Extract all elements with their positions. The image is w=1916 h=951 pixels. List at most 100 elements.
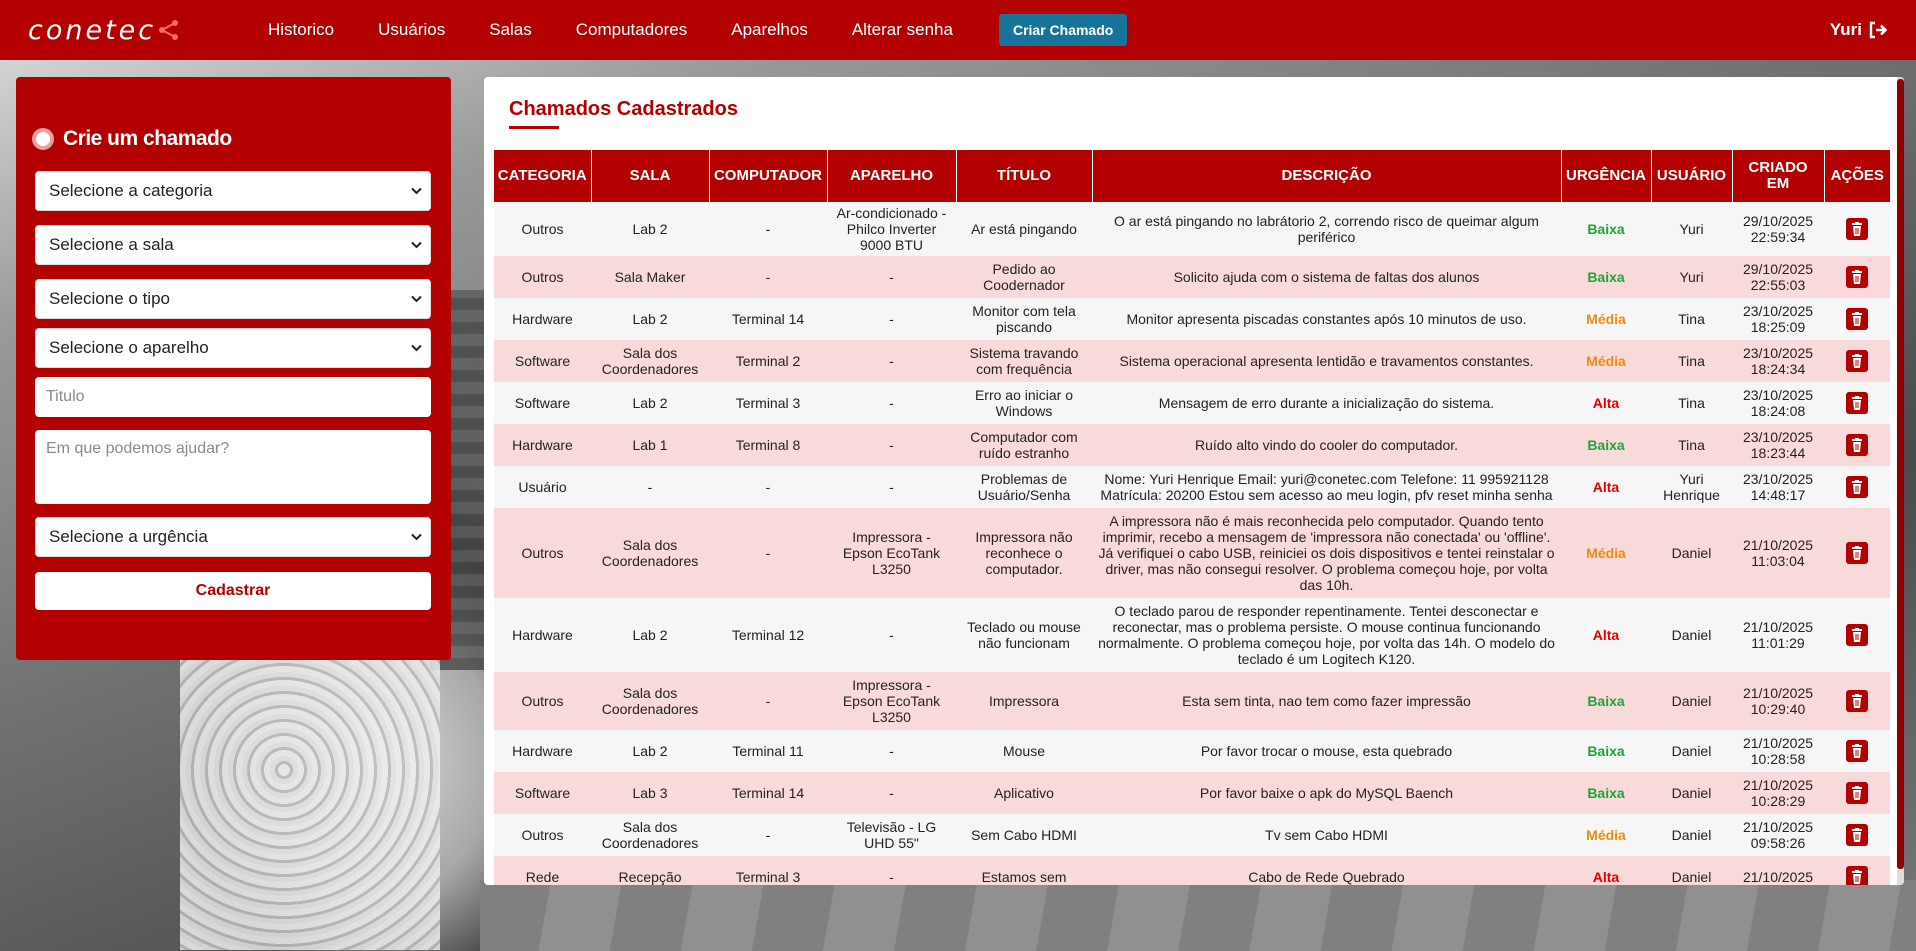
cell-descricao: Monitor apresenta piscadas constantes ap… xyxy=(1092,298,1561,341)
cell-aparelho: - xyxy=(827,856,956,885)
table-row[interactable]: Hardware Lab 2 Terminal 14- Monitor com tel… xyxy=(494,298,1890,341)
cell-categoria: Hardware xyxy=(494,424,591,467)
table-row[interactable]: Software Lab 3 Terminal 14- Aplicativo Por f… xyxy=(494,772,1890,815)
title-underline xyxy=(509,126,559,129)
title-input[interactable]: Titulo xyxy=(35,377,431,417)
table-row[interactable]: Outros Sala dos Coordenadores - Impressora … xyxy=(494,508,1890,599)
cell-criado-em: 23/10/2025 18:24:08 xyxy=(1732,382,1824,425)
table-row[interactable]: Outros Sala Maker - - Pedido ao Coodernador S… xyxy=(494,256,1890,299)
trash-icon xyxy=(1852,744,1862,759)
cell-criado-em: 29/10/2025 22:55:03 xyxy=(1732,256,1824,299)
created-time: 18:25:09 xyxy=(1750,319,1806,336)
header-descricao: DESCRIÇÃO xyxy=(1092,150,1562,202)
header-titulo: TÍTULO xyxy=(956,150,1093,202)
table-row[interactable]: Outros Sala dos Coordenadores - Impressora … xyxy=(494,672,1890,731)
delete-button[interactable] xyxy=(1846,740,1868,763)
cell-acoes xyxy=(1824,856,1890,885)
tickets-table-container[interactable]: CATEGORIA SALA COMPUTADOR APARELHO TÍTUL… xyxy=(494,150,1890,885)
delete-button[interactable] xyxy=(1846,690,1868,713)
background-floor xyxy=(480,880,1916,951)
delete-button[interactable] xyxy=(1846,542,1868,565)
cell-titulo: Monitor com tela piscando xyxy=(956,298,1092,341)
cell-criado-em: 29/10/2025 22:59:34 xyxy=(1732,202,1824,257)
delete-button[interactable] xyxy=(1846,308,1868,331)
category-select[interactable]: Selecione a categoria xyxy=(35,171,431,211)
delete-button[interactable] xyxy=(1846,266,1868,289)
table-row[interactable]: Software Lab 2 Terminal 3- Erro ao iniciar … xyxy=(494,382,1890,425)
description-textarea[interactable]: Em que podemos ajudar? xyxy=(35,430,431,504)
table-row[interactable]: Hardware Lab 1 Terminal 8- Computador com r… xyxy=(494,424,1890,467)
trash-icon xyxy=(1852,480,1862,495)
table-row[interactable]: Hardware Lab 2 Terminal 12- Teclado ou mous… xyxy=(494,598,1890,673)
urgency-select[interactable]: Selecione a urgência xyxy=(35,517,431,557)
cell-computador: - xyxy=(709,508,827,599)
cell-acoes xyxy=(1824,424,1890,467)
delete-button[interactable] xyxy=(1846,476,1868,499)
panel-title: Chamados Cadastrados xyxy=(509,98,738,120)
cell-aparelho: Televisão - LG UHD 55" xyxy=(827,814,956,857)
created-date: 21/10/2025 xyxy=(1742,537,1814,554)
cell-titulo: Problemas de Usuário/Senha xyxy=(956,466,1092,509)
brand-logo[interactable]: conetec xyxy=(28,14,180,46)
delete-button[interactable] xyxy=(1846,782,1868,805)
chevron-down-icon xyxy=(411,344,422,352)
delete-button[interactable] xyxy=(1846,218,1868,241)
cell-urgencia: Alta xyxy=(1561,856,1651,885)
criar-chamado-button[interactable]: Criar Chamado xyxy=(998,14,1128,46)
table-row[interactable]: Outros Sala dos Coordenadores - Televisão -… xyxy=(494,814,1890,857)
cadastrar-button[interactable]: Cadastrar xyxy=(35,572,431,610)
cell-acoes xyxy=(1824,202,1890,257)
delete-button[interactable] xyxy=(1846,434,1868,457)
cell-sala: Lab 3 xyxy=(591,772,709,815)
cell-computador: - xyxy=(709,256,827,299)
cell-criado-em: 21/10/2025 11:03:04 xyxy=(1732,508,1824,599)
user-name: Yuri xyxy=(1829,20,1862,39)
cell-computador: Terminal 12 xyxy=(709,598,827,673)
cell-urgencia: Média xyxy=(1561,814,1651,857)
scrollbar-thumb[interactable] xyxy=(1897,79,1904,869)
cell-sala: Lab 2 xyxy=(591,730,709,773)
cell-aparelho: Ar-condicionado - Philco Inverter 9000 B… xyxy=(827,202,956,257)
cell-urgencia: Baixa xyxy=(1561,772,1651,815)
cell-categoria: Software xyxy=(494,382,591,425)
type-select[interactable]: Selecione o tipo xyxy=(35,279,431,319)
scrollbar[interactable] xyxy=(1897,77,1904,885)
table-row[interactable]: Hardware Lab 2 Terminal 11- Mouse Por favor … xyxy=(494,730,1890,773)
user-menu[interactable]: Yuri xyxy=(1830,0,1888,60)
cell-acoes xyxy=(1824,298,1890,341)
nav-salas[interactable]: Salas xyxy=(489,20,532,40)
top-navbar: conetec Historico Usuários Salas Computa… xyxy=(0,0,1916,60)
cell-aparelho: - xyxy=(827,730,956,773)
delete-button[interactable] xyxy=(1846,866,1868,885)
urgency-badge: Baixa xyxy=(1587,437,1625,454)
nav-alterar-senha[interactable]: Alterar senha xyxy=(852,20,953,40)
cell-computador: - xyxy=(709,202,827,257)
table-row[interactable]: Rede Recepção Terminal 3- Estamos sem Cabo d… xyxy=(494,856,1890,885)
cell-urgencia: Média xyxy=(1561,340,1651,383)
cell-acoes xyxy=(1824,772,1890,815)
delete-button[interactable] xyxy=(1846,624,1868,647)
cell-usuario: Daniel xyxy=(1651,814,1732,857)
cell-titulo: Sem Cabo HDMI xyxy=(956,814,1092,857)
nav-historico[interactable]: Historico xyxy=(268,20,334,40)
nav-computadores[interactable]: Computadores xyxy=(576,20,688,40)
table-row[interactable]: Usuário - - - Problemas de Usuário/Senha Nome… xyxy=(494,466,1890,509)
created-time: 11:03:04 xyxy=(1751,553,1805,570)
nav-usuarios[interactable]: Usuários xyxy=(378,20,445,40)
delete-button[interactable] xyxy=(1846,350,1868,373)
logout-icon[interactable] xyxy=(1868,21,1888,39)
delete-button[interactable] xyxy=(1846,824,1868,847)
table-row[interactable]: Outros Lab 2- Ar-condicionado - Philco Inv… xyxy=(494,202,1890,257)
cell-descricao: Tv sem Cabo HDMI xyxy=(1092,814,1561,857)
delete-button[interactable] xyxy=(1846,392,1868,415)
table-body: Outros Lab 2- Ar-condicionado - Philco Inv… xyxy=(494,202,1890,885)
device-select[interactable]: Selecione o aparelho xyxy=(35,328,431,368)
cell-titulo: Ar está pingando xyxy=(956,202,1092,257)
cell-acoes xyxy=(1824,598,1890,673)
cell-descricao: Sistema operacional apresenta lentidão e… xyxy=(1092,340,1561,383)
created-time: 09:58:26 xyxy=(1750,835,1806,852)
nav-aparelhos[interactable]: Aparelhos xyxy=(731,20,808,40)
table-row[interactable]: Software Sala dos Coordenadores Terminal 2… xyxy=(494,340,1890,383)
room-select[interactable]: Selecione a sala xyxy=(35,225,431,265)
cell-usuario: Daniel xyxy=(1651,672,1732,731)
